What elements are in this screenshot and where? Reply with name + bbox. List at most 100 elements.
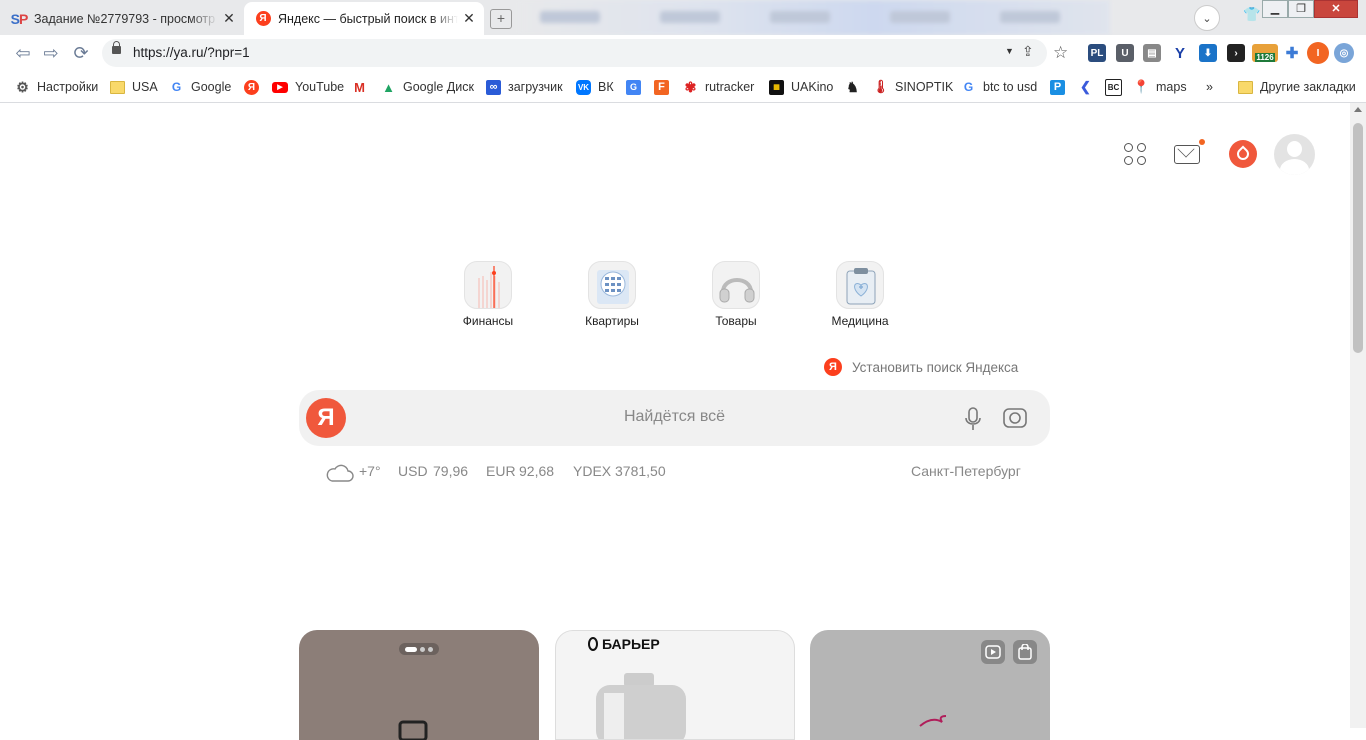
folder-icon (110, 80, 125, 95)
bookmarks-overflow[interactable]: » (1206, 78, 1213, 96)
bookmark-yandex[interactable]: Я (244, 78, 266, 96)
bookmark-other[interactable]: Другие закладки (1238, 78, 1356, 96)
profile-icon[interactable]: I (1307, 42, 1329, 64)
video-icon[interactable] (981, 640, 1005, 664)
bookmark-sinoptik[interactable]: 🌡 SINOPTIK (872, 78, 953, 96)
bookmark-settings[interactable]: ⚙ Настройки (15, 78, 98, 96)
lock-icon[interactable] (112, 41, 121, 54)
bc-icon: BC (1105, 78, 1122, 96)
cloud-icon[interactable] (324, 460, 354, 484)
bookmark-arrow[interactable]: ❮ (1078, 78, 1100, 96)
close-tab-icon[interactable]: ✕ (458, 10, 480, 27)
headphones-icon (712, 261, 760, 309)
bookmark-chess[interactable]: ♞ (845, 78, 867, 96)
service-apartments[interactable]: Квартиры (562, 261, 662, 328)
bookmark-star-icon[interactable]: ☆ (1053, 43, 1068, 63)
ydex-label[interactable]: YDEX (573, 463, 611, 479)
eur-value[interactable]: 92,68 (519, 463, 554, 479)
gmail-icon: M (354, 79, 365, 95)
extension-counter-icon[interactable]: 1126 (1252, 44, 1278, 62)
shirt-icon[interactable]: 👕 (1243, 6, 1260, 23)
yandex-favicon-icon: Я (254, 11, 272, 26)
feed-card[interactable] (299, 630, 539, 740)
vk-icon: VK (576, 79, 591, 95)
camera-search-icon[interactable] (1002, 407, 1028, 429)
background-tabs[interactable] (520, 0, 1110, 35)
mail-icon[interactable] (1174, 145, 1200, 164)
uakino-icon: ▦ (769, 79, 784, 95)
city[interactable]: Санкт-Петербург (911, 463, 1021, 479)
bookmark-translate[interactable]: G (626, 78, 648, 96)
thermometer-icon: 🌡 (872, 79, 889, 94)
bookmark-downloader[interactable]: ∞ загрузчик (486, 78, 563, 96)
bookmark-p[interactable]: P (1050, 78, 1072, 96)
back-arrow-icon[interactable]: ⇦ (12, 43, 34, 63)
bookmarks-bar: ⚙ Настройки USA G Google Я ▶ YouTube M ▲ Goo… (0, 71, 1366, 103)
alice-icon[interactable] (1229, 140, 1257, 168)
extension-download-icon[interactable]: ⬇ (1199, 44, 1217, 62)
search-input[interactable]: Я Найдётся всё (299, 390, 1050, 446)
bookmark-maps[interactable]: 📍 maps (1133, 78, 1186, 96)
bookmark-vk[interactable]: VK ВК (576, 78, 614, 96)
minimize-icon[interactable]: ▁ (1262, 0, 1288, 18)
filter-product-image (596, 673, 686, 739)
install-search-link[interactable]: Я Установить поиск Яндекса (824, 358, 1018, 376)
close-tab-icon[interactable]: ✕ (218, 10, 240, 27)
tab-strip: SP Задание №2779793 - просмотр задания ✕… (0, 0, 1366, 35)
bookmark-youtube[interactable]: ▶ YouTube (272, 78, 344, 96)
extensions-puzzle-icon[interactable]: ✚ (1283, 44, 1301, 62)
barrier-logo: БАРЬЕР (588, 636, 660, 652)
avatar[interactable] (1274, 134, 1315, 175)
extension-pl-icon[interactable]: PL (1088, 44, 1106, 62)
usd-label[interactable]: USD (398, 463, 428, 479)
scroll-thumb[interactable] (1353, 123, 1363, 353)
share-icon[interactable]: ⇪ (1022, 43, 1034, 60)
vertical-scrollbar[interactable] (1350, 103, 1366, 728)
notification-dot (1199, 139, 1205, 145)
forward-arrow-icon[interactable]: ⇨ (40, 43, 62, 63)
ydex-value[interactable]: 3781,50 (615, 463, 666, 479)
feed-card[interactable] (810, 630, 1050, 740)
bookmark-usa[interactable]: USA (110, 78, 158, 96)
tab-yandex[interactable]: Я Яндекс — быстрый поиск в интернете ✕ (244, 2, 484, 35)
extension-terminal-icon[interactable]: › (1227, 44, 1245, 62)
google-icon: G (171, 80, 182, 94)
scroll-up-icon[interactable] (1354, 107, 1362, 112)
tab-title: Задание №2779793 - просмотр задания (34, 11, 218, 26)
bookmark-google-drive[interactable]: ▲ Google Диск (381, 78, 474, 96)
microphone-icon[interactable] (963, 406, 983, 432)
tab-search-icon[interactable]: ⌄ (1194, 5, 1220, 31)
reload-icon[interactable]: ⟳ (70, 43, 92, 63)
extension-globe-icon[interactable]: ◎ (1334, 43, 1354, 63)
bookmark-gmail[interactable]: M (352, 78, 374, 96)
address-bar[interactable]: https://ya.ru/?npr=1 ▼ ⇪ (102, 39, 1047, 67)
feed-card[interactable]: БАРЬЕР (555, 630, 795, 740)
weather-temp[interactable]: +7° (359, 463, 381, 479)
extension-briefcase-icon[interactable]: ▤ (1143, 44, 1161, 62)
google-icon: G (963, 80, 974, 94)
new-tab-button[interactable]: + (490, 9, 512, 29)
service-goods[interactable]: Товары (686, 261, 786, 328)
maps-icon: 📍 (1133, 79, 1150, 94)
shopping-bag-icon[interactable] (1013, 640, 1037, 664)
bookmark-bc[interactable]: BC (1105, 78, 1129, 96)
eur-label[interactable]: EUR (486, 463, 516, 479)
bookmark-rutracker[interactable]: ✾ rutracker (683, 78, 755, 96)
extension-shield-icon[interactable]: U (1116, 44, 1134, 62)
bookmark-uakino[interactable]: ▦ UAKino (769, 78, 833, 96)
service-finance[interactable]: Финансы (438, 261, 538, 328)
services-grid-icon[interactable] (1124, 143, 1146, 165)
carousel-dots[interactable] (399, 643, 439, 655)
window-close-icon[interactable]: ✕ (1314, 0, 1358, 18)
bookmark-google[interactable]: G Google (169, 78, 231, 96)
maximize-icon[interactable]: ❐ (1288, 0, 1314, 18)
tab-task[interactable]: SP Задание №2779793 - просмотр задания ✕ (0, 2, 244, 35)
dropdown-icon[interactable]: ▼ (1005, 46, 1014, 56)
usd-value[interactable]: 79,96 (433, 463, 468, 479)
url-text[interactable]: https://ya.ru/?npr=1 (133, 45, 250, 60)
service-medicine[interactable]: Медицина (810, 261, 910, 328)
extension-y-icon[interactable]: Y (1171, 44, 1189, 62)
bookmark-btc-to-usd[interactable]: Gbtc to usd (961, 78, 1037, 96)
brand-mark-icon (919, 715, 947, 727)
bookmark-f[interactable]: F (654, 78, 676, 96)
